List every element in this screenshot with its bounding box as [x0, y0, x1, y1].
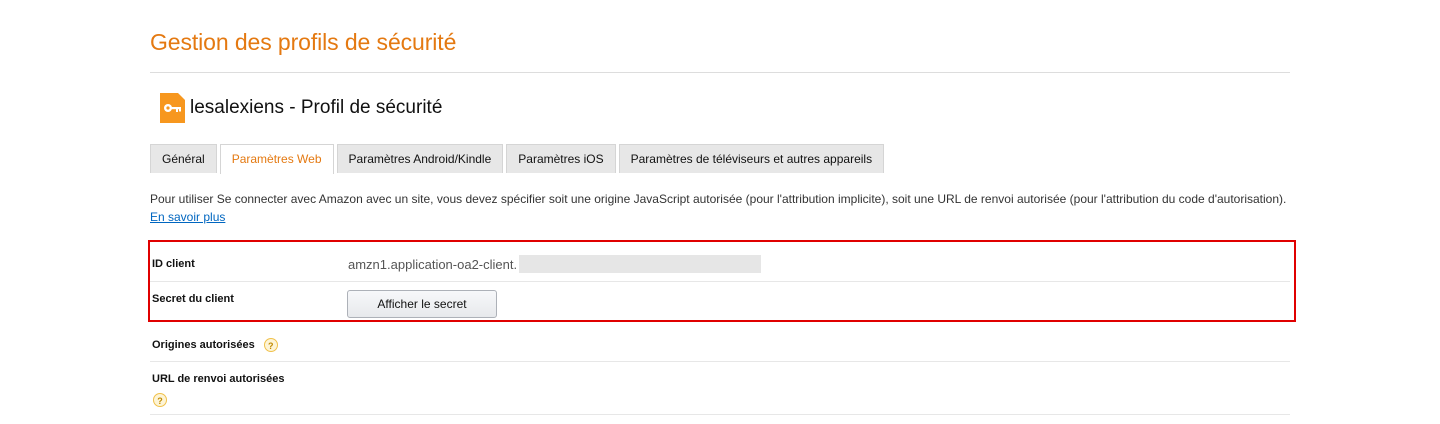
description-text: Pour utiliser Se connecter avec Amazon a… [150, 192, 1287, 206]
origins-label-row: Origines autorisées ? [152, 338, 278, 352]
profile-header: lesalexiens - Profil de sécurité [160, 93, 442, 123]
tab-web-settings[interactable]: Paramètres Web [219, 144, 334, 174]
tab-tv-devices-settings[interactable]: Paramètres de téléviseurs et autres appa… [618, 144, 885, 173]
top-divider [150, 72, 1290, 73]
help-icon[interactable]: ? [153, 393, 167, 407]
highlight-box [148, 240, 1296, 322]
page-title: Gestion des profils de sécurité [150, 29, 457, 55]
learn-more-link[interactable]: En savoir plus [150, 210, 225, 224]
row-divider [150, 361, 1290, 362]
profile-name: lesalexiens - Profil de sécurité [190, 97, 443, 118]
row-divider [150, 414, 1290, 415]
tab-android-kindle-settings[interactable]: Paramètres Android/Kindle [336, 144, 504, 173]
key-icon [160, 93, 185, 123]
return-urls-label: URL de renvoi autorisées [152, 373, 285, 385]
settings-tabs: Général Paramètres Web Paramètres Androi… [150, 144, 887, 174]
origins-label: Origines autorisées [152, 338, 255, 351]
description: Pour utiliser Se connecter avec Amazon a… [150, 190, 1290, 226]
tab-general[interactable]: Général [150, 144, 217, 173]
tab-ios-settings[interactable]: Paramètres iOS [506, 144, 616, 173]
help-icon[interactable]: ? [263, 338, 278, 352]
